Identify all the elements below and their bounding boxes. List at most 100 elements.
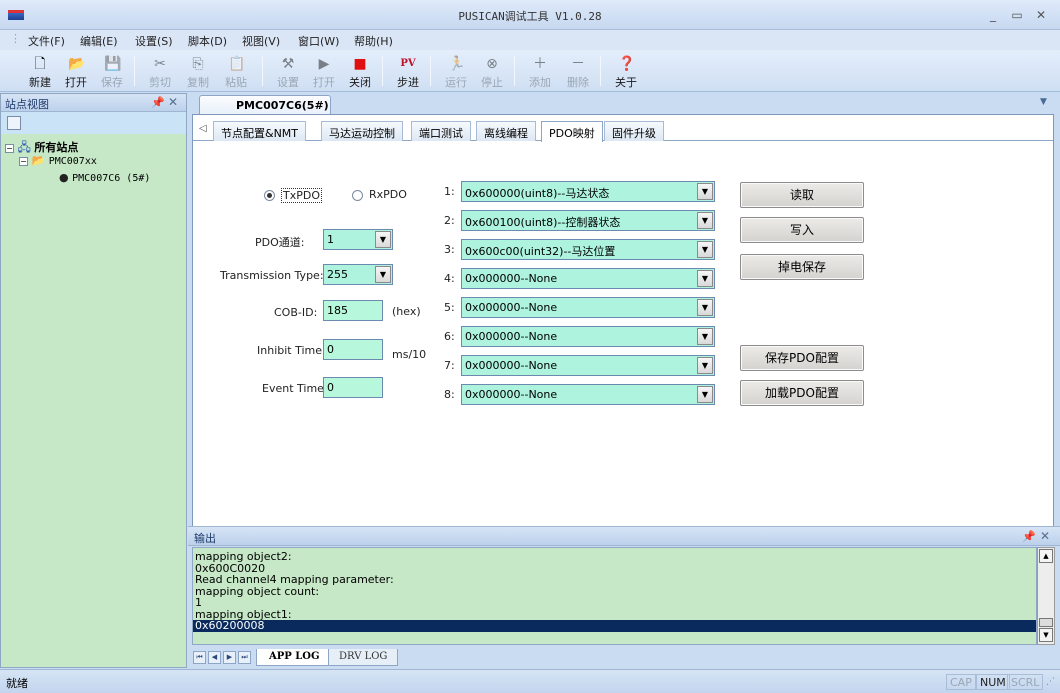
panel-close-icon[interactable]: ✕ — [1040, 529, 1050, 543]
output-scrollbar[interactable]: ▲ ▼ — [1037, 547, 1055, 645]
pin-icon[interactable]: 📌 — [151, 96, 165, 109]
tab-app-log[interactable]: APP LOG — [256, 649, 331, 666]
menu-window[interactable]: 窗口(W) — [298, 33, 339, 49]
pdo-channel-select[interactable]: 1 ▼ — [323, 229, 393, 250]
persist-button[interactable]: 掉电保存 — [740, 254, 864, 280]
menu-script[interactable]: 脚本(D) — [188, 33, 227, 49]
save-button[interactable]: 💾 保存 — [94, 52, 130, 90]
event-time-input[interactable]: 0 — [323, 377, 383, 398]
site-view-title: 站点视图 — [5, 98, 49, 111]
transmission-type-select[interactable]: 255 ▼ — [323, 264, 393, 285]
maximize-icon[interactable]: ▭ — [1010, 8, 1024, 22]
step-button[interactable]: PV 步进 — [390, 52, 426, 90]
cut-button[interactable]: ✂ 剪切 — [142, 52, 178, 90]
tree-group[interactable]: − 📂 PMC007xx — [19, 154, 97, 170]
collapse-icon[interactable]: − — [19, 156, 28, 166]
first-tab-icon[interactable]: ⏮ — [193, 651, 206, 664]
rxpdo-radio[interactable] — [352, 190, 363, 201]
collapse-icon[interactable]: − — [5, 143, 14, 153]
chevron-down-icon[interactable]: ▼ — [697, 386, 713, 403]
subtab-firmware-upgrade[interactable]: 固件升级 — [604, 121, 664, 141]
mapping-select-5[interactable]: 0x000000--None ▼ — [461, 297, 715, 318]
tree-root[interactable]: − 🖧 所有站点 — [5, 138, 78, 154]
menu-file[interactable]: 文件(F) — [28, 33, 65, 49]
open-port-button[interactable]: ▶ 打开 — [306, 52, 342, 90]
mapping-select-1[interactable]: 0x600000(uint8)--马达状态 ▼ — [461, 181, 715, 202]
chevron-down-icon[interactable]: ▼ — [697, 357, 713, 374]
stop-square-icon: ■ — [353, 56, 367, 72]
mapping-select-4[interactable]: 0x000000--None ▼ — [461, 268, 715, 289]
log-line: mapping object count: — [195, 584, 320, 598]
menu-edit[interactable]: 编辑(E) — [80, 33, 118, 49]
subtab-pdo-mapping[interactable]: PDO映射 — [541, 121, 603, 142]
settings-button[interactable]: ⚒ 设置 — [270, 52, 306, 90]
run-button[interactable]: 🏃 运行 — [438, 52, 474, 90]
mapping-select-7[interactable]: 0x000000--None ▼ — [461, 355, 715, 376]
tree-node[interactable]: ● PMC007C6 (5#) — [59, 171, 150, 187]
inhibit-time-input[interactable]: 0 — [323, 339, 383, 360]
scroll-left-icon[interactable]: ◁ — [199, 123, 207, 134]
close-icon[interactable]: ✕ — [1034, 8, 1048, 22]
chevron-down-icon[interactable]: ▼ — [375, 231, 391, 248]
minimize-icon[interactable]: _ — [986, 8, 1000, 22]
subtab-motor-control[interactable]: 马达运动控制 — [321, 121, 403, 141]
delete-button[interactable]: －删除 — [560, 52, 596, 90]
save-pdo-config-button[interactable]: 保存PDO配置 — [740, 345, 864, 371]
new-button[interactable]: 🗋 新建 — [22, 52, 58, 90]
tab-drv-log[interactable]: DRV LOG — [328, 649, 399, 666]
tab-dropdown-icon[interactable]: ▼ — [1040, 97, 1047, 107]
chevron-down-icon[interactable]: ▼ — [697, 212, 713, 229]
menu-settings[interactable]: 设置(S) — [135, 33, 173, 49]
prev-tab-icon[interactable]: ◀ — [208, 651, 221, 664]
site-view-panel: 站点视图 📌 ✕ − 🖧 所有站点 − 📂 PMC007xx ● PMC007C… — [0, 93, 187, 668]
add-button[interactable]: ＋添加 — [522, 52, 558, 90]
menu-help[interactable]: 帮助(H) — [354, 33, 393, 49]
stop-button[interactable]: ⊗ 停止 — [474, 52, 510, 90]
scroll-down-icon[interactable]: ▼ — [1039, 628, 1053, 642]
save-icon: 💾 — [104, 56, 122, 72]
chevron-down-icon[interactable]: ▼ — [375, 266, 391, 283]
cob-id-input[interactable]: 185 — [323, 300, 383, 321]
scroll-thumb[interactable] — [1039, 618, 1053, 627]
chevron-down-icon[interactable]: ▼ — [697, 299, 713, 316]
subtab-offline-program[interactable]: 离线编程 — [476, 121, 536, 141]
resize-grip-icon[interactable]: ⋰ — [1046, 677, 1055, 687]
rxpdo-label[interactable]: RxPDO — [369, 188, 407, 201]
cob-id-label: COB-ID: — [274, 306, 318, 319]
copy-button[interactable]: ⎘ 复制 — [180, 52, 216, 90]
mapping-select-8[interactable]: 0x000000--None ▼ — [461, 384, 715, 405]
properties-icon[interactable] — [7, 116, 21, 130]
chevron-down-icon[interactable]: ▼ — [697, 270, 713, 287]
mapping-select-2[interactable]: 0x600100(uint8)--控制器状态 ▼ — [461, 210, 715, 231]
cap-indicator: CAP — [946, 674, 976, 690]
subtab-node-config[interactable]: 节点配置&NMT — [213, 121, 307, 141]
chevron-down-icon[interactable]: ▼ — [697, 328, 713, 345]
paste-button[interactable]: 📋 粘贴 — [218, 52, 254, 90]
log-line: Read channel4 mapping parameter: — [195, 573, 394, 586]
mapping-select-3[interactable]: 0x600c00(uint32)--马达位置 ▼ — [461, 239, 715, 260]
play-icon: ▶ — [318, 56, 330, 72]
about-button[interactable]: ❓ 关于 — [608, 52, 644, 90]
panel-close-icon[interactable]: ✕ — [168, 95, 178, 109]
open-button[interactable]: 📂 打开 — [58, 52, 94, 90]
scroll-up-icon[interactable]: ▲ — [1039, 549, 1053, 563]
tab-pmc007c6[interactable]: PMC007C6(5#) ✕ — [199, 95, 331, 125]
pin-icon[interactable]: 📌 — [1022, 530, 1036, 543]
close-port-button[interactable]: ■ 关闭 — [342, 52, 378, 90]
menu-view[interactable]: 视图(V) — [242, 33, 280, 49]
next-tab-icon[interactable]: ▶ — [223, 651, 236, 664]
toolbar-separator — [262, 56, 263, 86]
chevron-down-icon[interactable]: ▼ — [697, 241, 713, 258]
network-icon: 🖧 — [17, 140, 31, 154]
load-pdo-config-button[interactable]: 加载PDO配置 — [740, 380, 864, 406]
txpdo-label[interactable]: TxPDO — [281, 188, 322, 203]
subtab-port-test[interactable]: 端口测试 — [411, 121, 471, 141]
mapping-select-6[interactable]: 0x000000--None ▼ — [461, 326, 715, 347]
txpdo-radio[interactable] — [264, 190, 275, 201]
read-button[interactable]: 读取 — [740, 182, 864, 208]
mapping-value: 0x000000--None — [465, 359, 558, 372]
write-button[interactable]: 写入 — [740, 217, 864, 243]
output-log[interactable]: mapping object2: 0x600C0020 Read channel… — [192, 547, 1037, 645]
last-tab-icon[interactable]: ⏭ — [238, 651, 251, 664]
chevron-down-icon[interactable]: ▼ — [697, 183, 713, 200]
